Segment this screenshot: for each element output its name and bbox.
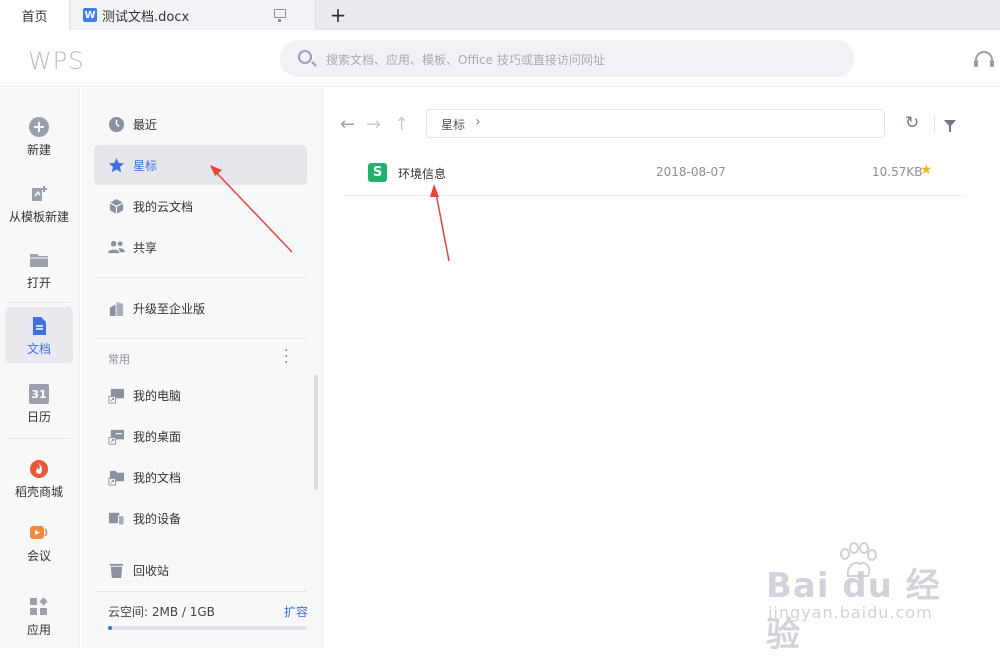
apps-icon	[30, 597, 48, 615]
nav-item-docer-mall[interactable]: 稻壳商城	[5, 450, 73, 506]
nav-item-meeting[interactable]: 会议	[5, 514, 73, 570]
clock-icon	[108, 116, 125, 133]
devices-icon	[108, 512, 125, 526]
cloud-space-progress-fill	[108, 626, 112, 630]
file-date: 2018-08-07	[656, 165, 726, 179]
nav-item-apps[interactable]: 应用	[5, 588, 73, 644]
tab-bar: 首页 W 测试文档.docx +	[0, 0, 1000, 30]
star-icon[interactable]: ★	[920, 162, 933, 178]
document-icon	[33, 317, 46, 335]
panel-item-my-documents[interactable]: 我的文档	[94, 457, 307, 497]
panel-divider	[95, 591, 307, 592]
folder-shortcut-icon	[108, 470, 125, 486]
file-size: 10.57KB	[872, 165, 923, 179]
folder-icon	[30, 254, 48, 267]
left-nav: + 新建 从模板新建 打开 文档 31 日历 稻壳商城 会议 应用	[0, 88, 80, 648]
desktop-shortcut-icon	[108, 429, 125, 445]
more-options-icon[interactable]: · · ·	[284, 344, 294, 370]
search-icon	[298, 50, 312, 64]
tab-document-label: 测试文档.docx	[102, 9, 190, 25]
panel-item-label: 回收站	[133, 564, 170, 578]
spreadsheet-file-icon: S	[368, 163, 387, 182]
search-input[interactable]: 搜索文档、应用、模板、Office 技巧或直接访问网址	[326, 51, 605, 68]
panel-item-recent[interactable]: 最近	[94, 104, 307, 144]
nav-item-documents[interactable]: 文档	[5, 307, 73, 363]
panel-item-recycle-bin[interactable]: 回收站	[94, 550, 307, 590]
nav-item-label: 文档	[26, 342, 51, 356]
panel-item-my-devices[interactable]: 我的设备	[94, 498, 307, 538]
nav-item-label: 日历	[26, 410, 51, 424]
toolbar-divider	[934, 115, 935, 133]
search-box[interactable]: 搜索文档、应用、模板、Office 技巧或直接访问网址	[280, 40, 854, 77]
nav-item-label: 稻壳商城	[14, 485, 63, 499]
panel-item-starred[interactable]: 星标	[94, 145, 307, 185]
forward-arrow-icon[interactable]: →	[366, 114, 381, 135]
table-row[interactable]: S 环境信息 2018-08-07 10.57KB ★	[344, 156, 966, 196]
document-panel: 最近 星标 我的云文档 共享 升级至企业版 常用 · · · 我的电脑 我的桌面…	[81, 88, 323, 648]
new-tab-button[interactable]: +	[326, 2, 350, 28]
chevron-right-icon: ›	[475, 114, 481, 130]
nav-item-new[interactable]: + 新建	[5, 108, 73, 164]
nav-item-open[interactable]: 打开	[5, 241, 73, 297]
monitor-icon[interactable]	[274, 9, 286, 22]
baidu-watermark: Bai du 经验 jingyan.baidu.com	[766, 542, 966, 655]
header: WPS 搜索文档、应用、模板、Office 技巧或直接访问网址	[0, 31, 1000, 87]
panel-item-label: 我的桌面	[133, 430, 182, 444]
meeting-icon	[30, 526, 48, 539]
panel-item-my-desktop[interactable]: 我的桌面	[94, 416, 307, 456]
template-icon	[32, 186, 47, 201]
writer-doc-icon: W	[83, 8, 97, 22]
panel-divider	[95, 338, 307, 339]
nav-divider	[8, 438, 70, 439]
panel-item-upgrade-enterprise[interactable]: 升级至企业版	[94, 288, 307, 328]
panel-item-my-computer[interactable]: 我的电脑	[94, 375, 307, 415]
nav-item-label: 应用	[26, 623, 51, 637]
panel-item-label: 最近	[133, 118, 158, 132]
breadcrumb[interactable]: 星标 ›	[426, 109, 885, 138]
computer-shortcut-icon	[108, 388, 125, 404]
panel-item-label: 星标	[133, 159, 158, 173]
calendar-icon: 31	[29, 384, 49, 404]
tab-document[interactable]: W 测试文档.docx	[71, 0, 316, 30]
plus-circle-icon: +	[29, 117, 49, 137]
back-arrow-icon[interactable]: ←	[340, 114, 355, 135]
cloud-space-label: 云空间: 2MB / 1GB	[108, 605, 215, 619]
panel-item-label: 我的设备	[133, 512, 182, 526]
headset-icon[interactable]	[974, 51, 994, 67]
common-section-label: 常用	[108, 353, 130, 366]
panel-item-label: 我的文档	[133, 471, 182, 485]
nav-item-label: 从模板新建	[8, 210, 69, 224]
star-icon	[108, 157, 125, 173]
nav-item-label: 打开	[26, 276, 51, 290]
wps-logo: WPS	[28, 47, 85, 75]
watermark-url: jingyan.baidu.com	[768, 603, 933, 622]
nav-item-new-from-template[interactable]: 从模板新建	[5, 175, 73, 231]
breadcrumb-starred[interactable]: 星标	[441, 116, 465, 133]
cloud-box-icon	[109, 198, 124, 215]
panel-item-label: 我的电脑	[133, 389, 182, 403]
trash-icon	[109, 563, 124, 579]
panel-item-cloud-docs[interactable]: 我的云文档	[94, 186, 307, 226]
filter-icon[interactable]	[944, 120, 956, 132]
panel-item-shared[interactable]: 共享	[94, 227, 307, 267]
nav-item-label: 会议	[26, 549, 51, 563]
panel-divider	[95, 277, 307, 278]
nav-item-calendar[interactable]: 31 日历	[5, 375, 73, 431]
cloud-space-progress	[108, 626, 307, 630]
tab-home-label: 首页	[21, 9, 48, 25]
tab-home[interactable]: 首页	[0, 0, 70, 30]
up-arrow-icon[interactable]: ↑	[394, 114, 409, 135]
nav-item-label: 新建	[26, 143, 51, 157]
expand-storage-link[interactable]: 扩容	[284, 603, 308, 620]
panel-item-label: 共享	[133, 241, 158, 255]
panel-item-label: 我的云文档	[133, 200, 194, 214]
refresh-icon[interactable]: ↻	[905, 113, 919, 133]
nav-divider	[8, 302, 70, 303]
building-icon	[109, 301, 124, 317]
panel-scrollbar[interactable]	[314, 375, 318, 490]
flame-icon	[30, 460, 48, 478]
people-icon	[108, 240, 125, 254]
file-name[interactable]: 环境信息	[398, 165, 446, 182]
panel-item-label: 升级至企业版	[133, 302, 206, 316]
